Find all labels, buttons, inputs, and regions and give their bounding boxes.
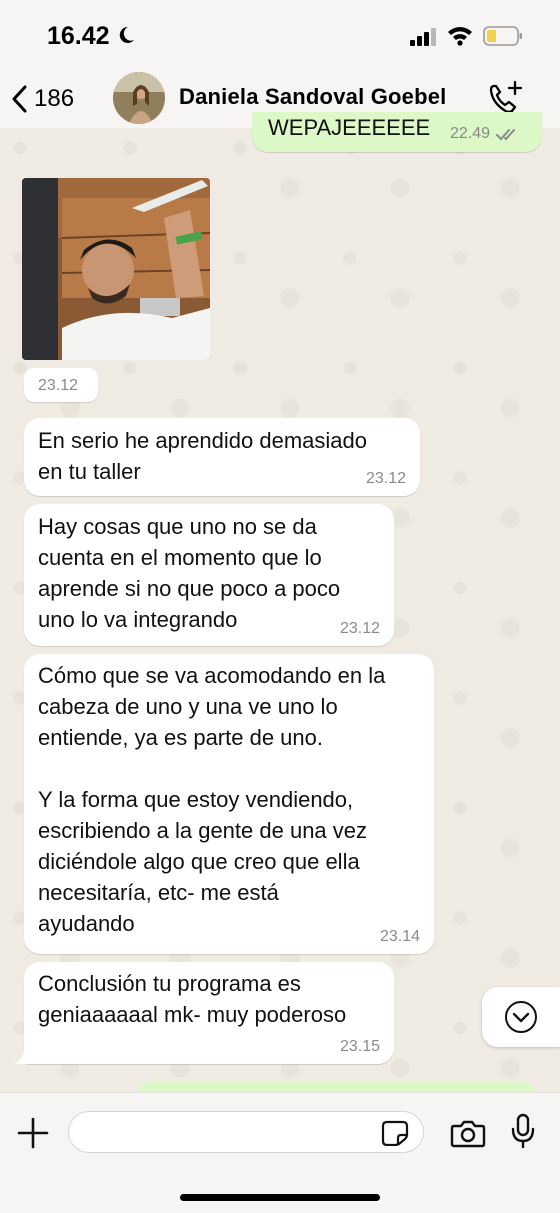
message-time: 23.14	[379, 928, 420, 945]
message-text: Cómo que se va acomodando en la cabeza d…	[38, 663, 386, 936]
camera-icon[interactable]	[450, 1118, 486, 1148]
message-time: 23.12	[339, 620, 380, 637]
image-timestamp-pill: 23.12	[24, 368, 98, 402]
message-incoming[interactable]: Hay cosas que uno no se da cuenta en el …	[24, 504, 394, 646]
status-time: 16.42	[47, 22, 110, 50]
scroll-to-bottom-button[interactable]	[482, 987, 560, 1047]
sticker-icon[interactable]	[381, 1120, 409, 1146]
plus-icon[interactable]	[17, 1117, 49, 1149]
message-time: 23.15	[339, 1038, 380, 1055]
message-time: 23.12	[365, 470, 406, 487]
image-message[interactable]	[22, 178, 210, 360]
cellular-signal-icon	[410, 28, 436, 46]
message-incoming[interactable]: Cómo que se va acomodando en la cabeza d…	[24, 654, 434, 954]
header-overlay	[0, 70, 560, 128]
message-incoming[interactable]: Conclusión tu programa es geniaaaaaal mk…	[24, 962, 394, 1064]
bubble-tail	[14, 1048, 28, 1064]
message-text: En serio he aprendido demasiado en tu ta…	[38, 428, 368, 484]
message-time: 23.12	[38, 377, 79, 394]
read-ticks-icon	[496, 129, 515, 141]
battery-icon	[483, 26, 522, 46]
chevron-down-icon	[505, 1001, 537, 1033]
home-indicator	[180, 1194, 380, 1201]
message-input[interactable]	[68, 1111, 424, 1153]
wifi-icon	[448, 27, 472, 46]
message-text: Hay cosas que uno no se da cuenta en el …	[38, 514, 341, 632]
moon-icon	[119, 26, 134, 43]
message-text: Conclusión tu programa es geniaaaaaal mk…	[38, 971, 347, 1027]
status-bar: 16.42	[0, 0, 560, 70]
message-incoming[interactable]: En serio he aprendido demasiado en tu ta…	[24, 418, 420, 496]
microphone-icon[interactable]	[510, 1113, 536, 1149]
